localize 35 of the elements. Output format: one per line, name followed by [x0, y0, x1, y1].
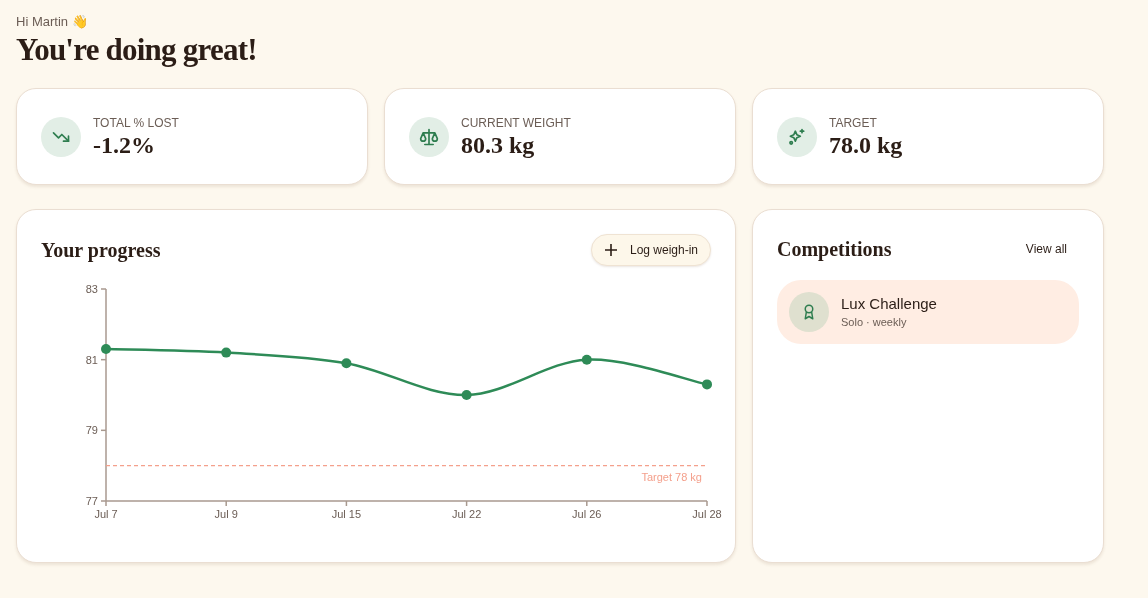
stat-value: 78.0 kg: [829, 130, 903, 159]
x-tick-label: Jul 28: [692, 508, 722, 520]
stat-label: TARGET: [829, 114, 878, 131]
data-point: [581, 354, 592, 365]
y-tick-label: 77: [85, 495, 98, 507]
stat-label: TOTAL % LOST: [93, 114, 179, 131]
greeting: Hi Martin 👋: [16, 13, 89, 31]
stat-label: CURRENT WEIGHT: [461, 114, 571, 131]
section-title: Competitions: [777, 237, 892, 263]
x-tick-label: Jul 9: [214, 508, 238, 520]
stat-value: 80.3 kg: [461, 130, 536, 159]
y-tick-label: 81: [85, 353, 98, 366]
x-tick-label: Jul 15: [331, 508, 362, 520]
y-tick-label: 79: [85, 424, 98, 437]
competition-meta: Solo · weekly: [841, 314, 908, 330]
competition-name: Lux Challenge: [841, 293, 937, 314]
y-tick-label: 83: [85, 283, 98, 295]
competition-item[interactable]: Lux Challenge Solo · weekly: [777, 280, 1079, 344]
target-label: Target 78 kg: [641, 470, 702, 483]
x-tick-label: Jul 26: [572, 508, 602, 520]
data-point: [341, 358, 352, 369]
plus-icon: [603, 243, 618, 257]
data-point: [461, 390, 472, 400]
x-tick-label: Jul 22: [451, 508, 482, 520]
data-point: [221, 347, 232, 358]
view-all-link[interactable]: View all: [1025, 240, 1067, 258]
stat-value: -1.2%: [93, 130, 156, 159]
section-title: Your progress: [41, 238, 161, 264]
headline: You're doing great!: [16, 32, 258, 68]
data-point: [101, 344, 111, 355]
sparkle-icon: [787, 126, 807, 147]
log-weigh-in-button[interactable]: Log weigh-in: [590, 234, 711, 266]
scale-icon: [419, 126, 439, 147]
data-point: [702, 379, 712, 390]
x-tick-label: Jul 7: [94, 508, 118, 520]
